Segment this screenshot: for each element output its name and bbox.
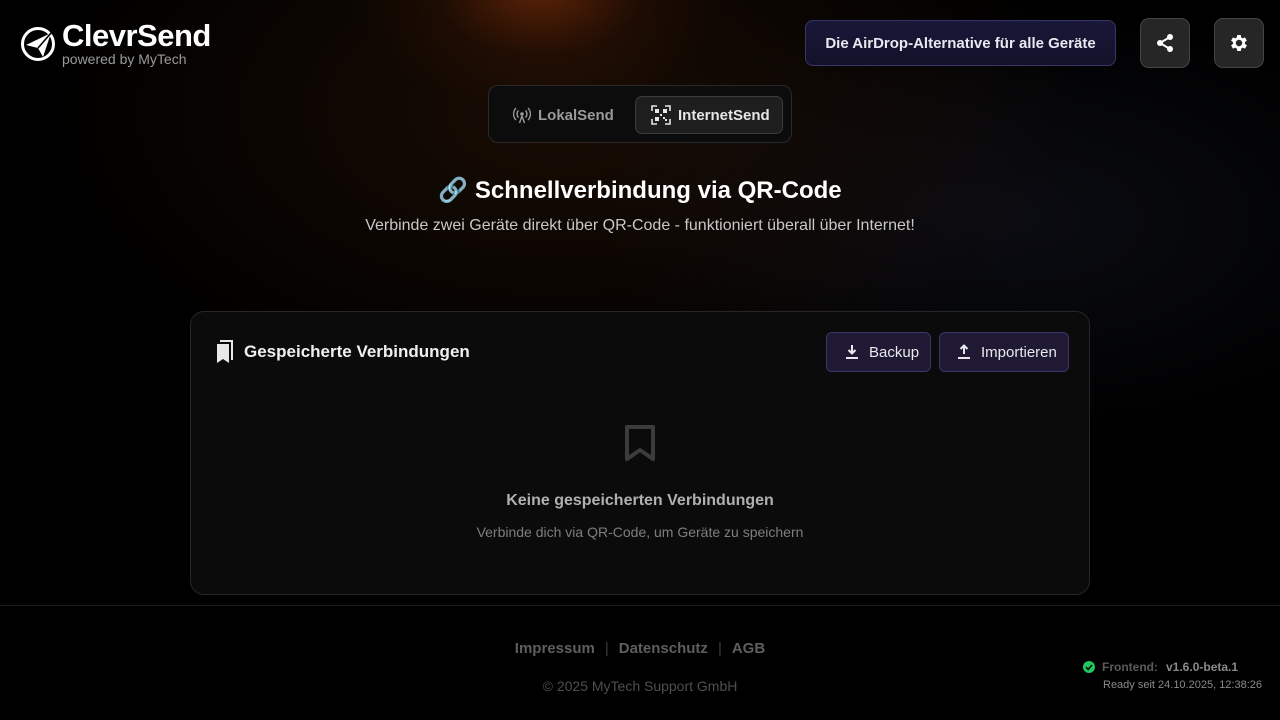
footer-separator: | xyxy=(717,640,722,657)
empty-state-subtitle: Verbinde dich via QR-Code, um Geräte zu … xyxy=(476,524,804,540)
paper-plane-logo-icon xyxy=(21,27,55,61)
status-label: Frontend: xyxy=(1102,660,1158,674)
bookmarks-icon xyxy=(217,340,233,363)
tab-internetsend[interactable]: InternetSend xyxy=(635,96,783,134)
share-button[interactable] xyxy=(1140,18,1190,68)
mode-switch: LokalSend InternetSend xyxy=(488,85,792,143)
tagline-badge[interactable]: Die AirDrop-Alternative für alle Geräte xyxy=(805,20,1116,66)
backup-button[interactable]: Backup xyxy=(826,332,931,372)
app-name: ClevrSend xyxy=(62,18,211,53)
frontend-status: Frontend: v1.6.0-beta.1 Ready seit 24.10… xyxy=(1083,660,1262,691)
tab-lokalsend-label: LokalSend xyxy=(538,106,614,124)
saved-connections-header: Gespeicherte Verbindungen xyxy=(213,340,470,364)
saved-connections-title: Gespeicherte Verbindungen xyxy=(244,342,470,361)
app-subtitle: powered by MyTech xyxy=(62,51,187,67)
footer-divider xyxy=(0,605,1280,606)
empty-state-title: Keine gespeicherten Verbindungen xyxy=(506,492,774,509)
share-icon xyxy=(1157,34,1173,52)
qr-code-icon xyxy=(651,105,671,125)
broadcast-icon xyxy=(513,107,531,124)
status-version: v1.6.0-beta.1 xyxy=(1166,660,1239,674)
download-icon xyxy=(846,345,858,359)
upload-icon xyxy=(958,344,970,359)
settings-button[interactable] xyxy=(1214,18,1264,68)
footer-link-datenschutz[interactable]: Datenschutz xyxy=(619,640,708,657)
app-logo[interactable]: ClevrSend powered by MyTech xyxy=(20,20,211,66)
page-subtitle: Verbinde zwei Geräte direkt über QR-Code… xyxy=(365,217,915,234)
import-button[interactable]: Importieren xyxy=(939,332,1069,372)
footer-separator: | xyxy=(604,640,609,657)
footer-links: Impressum | Datenschutz | AGB xyxy=(0,640,1280,657)
tab-internetsend-label: InternetSend xyxy=(678,106,770,124)
bookmark-icon xyxy=(625,425,655,461)
gear-icon xyxy=(1231,35,1247,51)
saved-connections-panel: Gespeicherte Verbindungen Backup Importi… xyxy=(190,311,1090,595)
check-circle-icon xyxy=(1083,661,1095,673)
tab-lokalsend[interactable]: LokalSend xyxy=(513,96,614,134)
import-label: Importieren xyxy=(981,343,1057,361)
status-ready-time: Ready seit 24.10.2025, 12:38:26 xyxy=(1103,679,1263,691)
footer-link-impressum[interactable]: Impressum xyxy=(515,640,595,657)
footer-link-agb[interactable]: AGB xyxy=(732,640,765,657)
page-title: 🔗 Schnellverbindung via QR-Code xyxy=(438,177,842,204)
backup-label: Backup xyxy=(869,343,920,361)
